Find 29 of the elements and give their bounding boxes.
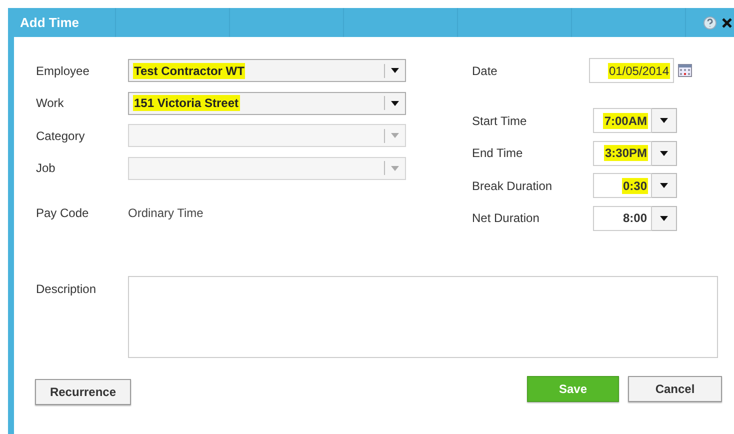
field-value: 7:00AM — [603, 112, 648, 128]
field-label: Work — [36, 96, 65, 110]
cancel-button[interactable]: Cancel — [628, 376, 722, 402]
field-label: Employee — [36, 64, 90, 78]
field-label: Break Duration — [472, 178, 554, 192]
recurrence-button[interactable]: Recurrence — [35, 379, 131, 405]
dropdown-field[interactable]: Test Contractor WT — [128, 59, 406, 82]
field-value: 01/05/2014 — [608, 62, 670, 78]
field-label: Category — [36, 128, 86, 142]
field-value: 151 Victoria Street — [133, 95, 240, 111]
field-label: Net Duration — [472, 211, 540, 225]
field-value: Ordinary Time — [128, 206, 204, 220]
dropdown-field[interactable]: 151 Victoria Street — [128, 92, 406, 114]
time-field[interactable]: 0:30 — [593, 173, 652, 198]
field-label: Start Time — [472, 114, 528, 128]
field-label: End Time — [472, 146, 524, 160]
field-label: Date — [472, 64, 498, 78]
field-label: Description — [36, 281, 98, 298]
time-field[interactable]: 7:00AM — [593, 108, 652, 133]
field-label: Job — [36, 161, 56, 175]
field-value: Test Contractor WT — [133, 62, 246, 78]
field-value: 3:30PM — [604, 145, 648, 161]
window-title: Add Time — [19, 15, 80, 30]
date-field[interactable]: 01/05/2014 — [589, 58, 674, 83]
time-field[interactable]: 3:30PM — [593, 140, 652, 166]
field-value: 8:00 — [622, 210, 648, 226]
field-label: Pay Code — [36, 206, 90, 220]
time-field[interactable]: 8:00 — [593, 206, 652, 230]
field-value: 0:30 — [622, 178, 648, 194]
